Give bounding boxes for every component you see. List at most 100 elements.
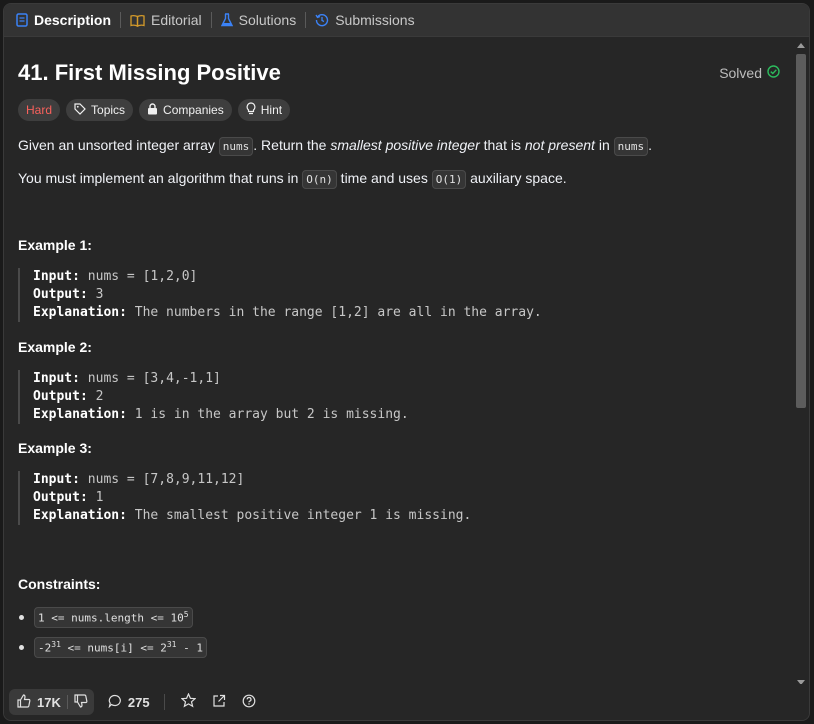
- output-value: 3: [95, 287, 104, 302]
- tag-row: Hard Topics Companies Hint: [18, 99, 291, 121]
- tab-divider: [210, 12, 212, 28]
- tab-submissions[interactable]: Submissions: [313, 4, 416, 36]
- constraint-code: -231 <= nums[i] <= 231 - 1: [34, 637, 207, 658]
- constraint-text: 1 <= nums.length <= 10: [38, 611, 184, 625]
- vertical-scrollbar[interactable]: [795, 40, 807, 688]
- explanation-value: The numbers in the range [1,2] are all i…: [134, 305, 542, 320]
- output-label: Output:: [33, 490, 88, 505]
- example-output: Output: 3: [33, 286, 542, 304]
- share-button[interactable]: [212, 694, 226, 711]
- emphasis: smallest positive integer: [330, 137, 480, 153]
- explanation-label: Explanation:: [33, 407, 127, 422]
- constraints-title: Constraints:: [18, 576, 101, 592]
- favorite-button[interactable]: [180, 692, 197, 711]
- footer-bar: 17K 275: [4, 684, 809, 720]
- tab-editorial-label: Editorial: [151, 12, 202, 28]
- topics-label: Topics: [91, 103, 126, 117]
- lock-icon: [147, 102, 158, 118]
- input-label: Input:: [33, 269, 80, 284]
- inline-code: nums: [613, 137, 649, 156]
- inline-code: O(n): [302, 170, 337, 189]
- explanation-value: 1 is in the array but 2 is missing.: [134, 407, 409, 422]
- tab-divider: [120, 12, 122, 28]
- tab-solutions[interactable]: Solutions: [219, 4, 299, 36]
- example-input: Input: nums = [7,8,9,11,12]: [33, 471, 471, 489]
- comment-icon: [108, 694, 122, 711]
- description-paragraph-1: Given an unsorted integer array nums. Re…: [18, 137, 653, 156]
- tab-bar: Description Editorial Solutions Submissi…: [4, 4, 809, 37]
- output-label: Output:: [33, 389, 88, 404]
- example-1-block: Input: nums = [1,2,0] Output: 3 Explanat…: [18, 268, 542, 322]
- difficulty-label: Hard: [26, 103, 53, 117]
- tab-solutions-label: Solutions: [238, 12, 297, 28]
- text: You must implement an algorithm that run…: [18, 170, 303, 186]
- like-dislike-group: 17K: [9, 689, 94, 715]
- description-icon: [16, 13, 28, 27]
- superscript: 31: [166, 640, 177, 649]
- external-link-icon: [212, 694, 226, 711]
- text: .: [648, 137, 653, 153]
- example-2-block: Input: nums = [3,4,-1,1] Output: 2 Expla…: [18, 370, 409, 424]
- constraint-text: -2: [38, 641, 52, 655]
- hint-tag[interactable]: Hint: [237, 99, 291, 121]
- bullet-dot: [19, 614, 24, 620]
- constraint-code: 1 <= nums.length <= 105: [34, 607, 193, 628]
- emphasis: not present: [524, 137, 595, 153]
- problem-panel: Description Editorial Solutions Submissi…: [3, 3, 810, 721]
- example-explanation: Explanation: The smallest positive integ…: [33, 507, 471, 525]
- example-2-title: Example 2:: [18, 339, 92, 355]
- companies-tag[interactable]: Companies: [139, 99, 232, 121]
- scroll-up-arrow-icon[interactable]: [797, 43, 805, 48]
- example-input: Input: nums = [1,2,0]: [33, 268, 542, 286]
- dislike-button[interactable]: [68, 693, 94, 711]
- text: in: [594, 137, 614, 153]
- star-icon: [180, 692, 197, 711]
- constraint-text: - 1: [176, 641, 203, 655]
- example-explanation: Explanation: The numbers in the range [1…: [33, 304, 542, 322]
- example-3-title: Example 3:: [18, 440, 92, 456]
- output-label: Output:: [33, 287, 88, 302]
- output-value: 2: [95, 389, 104, 404]
- like-button[interactable]: 17K: [9, 693, 67, 711]
- comments-button[interactable]: 275: [108, 694, 150, 711]
- check-circle-icon: [767, 65, 780, 81]
- text: auxiliary space.: [466, 170, 567, 186]
- explanation-label: Explanation:: [33, 508, 127, 523]
- like-count: 17K: [37, 694, 61, 710]
- constraint-text: <= nums[i] <= 2: [60, 641, 167, 655]
- text: that is: [479, 137, 525, 153]
- input-label: Input:: [33, 371, 80, 386]
- flask-icon: [220, 13, 233, 27]
- inline-code: nums: [218, 137, 254, 156]
- example-explanation: Explanation: 1 is in the array but 2 is …: [33, 406, 409, 424]
- example-output: Output: 2: [33, 388, 409, 406]
- problem-title[interactable]: 41. First Missing Positive: [18, 60, 281, 86]
- title-row: 41. First Missing Positive Solved: [18, 60, 780, 86]
- tab-submissions-label: Submissions: [335, 12, 415, 28]
- description-content: 41. First Missing Positive Solved Hard T…: [4, 38, 794, 688]
- description-paragraph-2: You must implement an algorithm that run…: [18, 170, 567, 189]
- superscript: 5: [183, 610, 189, 619]
- tab-divider: [305, 12, 307, 28]
- example-output: Output: 1: [33, 489, 471, 507]
- book-icon: [130, 14, 145, 27]
- explanation-value: The smallest positive integer 1 is missi…: [134, 508, 472, 523]
- topics-tag[interactable]: Topics: [66, 99, 134, 121]
- bullet-dot: [19, 644, 24, 650]
- tab-description[interactable]: Description: [14, 4, 113, 36]
- tag-icon: [74, 102, 86, 118]
- hint-label: Hint: [260, 103, 283, 117]
- example-1-title: Example 1:: [18, 237, 92, 253]
- text: . Return the: [253, 137, 331, 153]
- explanation-label: Explanation:: [33, 305, 127, 320]
- help-button[interactable]: [242, 694, 256, 711]
- scrollbar-thumb[interactable]: [796, 54, 806, 408]
- text: time and uses: [336, 170, 432, 186]
- constraint-item: -231 <= nums[i] <= 231 - 1: [18, 637, 207, 658]
- tab-description-label: Description: [34, 12, 112, 28]
- tab-editorial[interactable]: Editorial: [128, 4, 204, 36]
- companies-label: Companies: [163, 103, 224, 117]
- thumbs-down-icon: [74, 693, 88, 711]
- superscript: 31: [51, 640, 61, 649]
- thumbs-up-icon: [17, 693, 31, 711]
